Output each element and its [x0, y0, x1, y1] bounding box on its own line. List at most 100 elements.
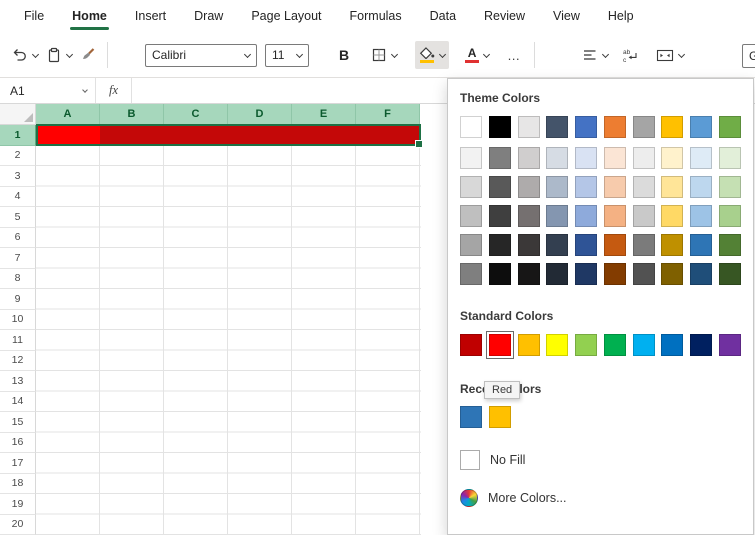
- cell-A1[interactable]: [36, 125, 100, 146]
- theme-variant-5-color-5[interactable]: [575, 263, 597, 285]
- theme-variant-3-color-5[interactable]: [575, 205, 597, 227]
- recent-color-2[interactable]: [489, 406, 511, 428]
- theme-variant-4-color-4[interactable]: [546, 234, 568, 256]
- theme-variant-5-color-9[interactable]: [690, 263, 712, 285]
- column-header-C[interactable]: C: [164, 104, 228, 125]
- row-header-19[interactable]: 19: [0, 494, 36, 515]
- theme-variant-2-color-5[interactable]: [575, 176, 597, 198]
- undo-button[interactable]: [8, 41, 42, 69]
- theme-variant-2-color-9[interactable]: [690, 176, 712, 198]
- standard-color-10[interactable]: [719, 334, 741, 356]
- theme-variant-4-color-9[interactable]: [690, 234, 712, 256]
- theme-color-9[interactable]: [690, 116, 712, 138]
- theme-variant-3-color-1[interactable]: [460, 205, 482, 227]
- standard-color-9[interactable]: [690, 334, 712, 356]
- theme-variant-1-color-9[interactable]: [690, 147, 712, 169]
- theme-variant-2-color-10[interactable]: [719, 176, 741, 198]
- column-header-D[interactable]: D: [228, 104, 292, 125]
- fill-color-button[interactable]: [415, 41, 449, 69]
- theme-variant-3-color-2[interactable]: [489, 205, 511, 227]
- cell-C1[interactable]: [164, 125, 228, 146]
- row-header-2[interactable]: 2: [0, 146, 36, 167]
- theme-variant-4-color-8[interactable]: [661, 234, 683, 256]
- theme-variant-4-color-10[interactable]: [719, 234, 741, 256]
- row-header-8[interactable]: 8: [0, 269, 36, 290]
- standard-color-3[interactable]: [518, 334, 540, 356]
- name-box[interactable]: A1: [0, 78, 96, 103]
- row-header-18[interactable]: 18: [0, 474, 36, 495]
- menu-tab-page-layout[interactable]: Page Layout: [237, 0, 335, 33]
- row-header-16[interactable]: 16: [0, 433, 36, 454]
- menu-tab-data[interactable]: Data: [416, 0, 470, 33]
- borders-button[interactable]: [367, 41, 401, 69]
- row-header-9[interactable]: 9: [0, 289, 36, 310]
- merge-center-button[interactable]: [652, 41, 688, 69]
- column-header-F[interactable]: F: [356, 104, 420, 125]
- standard-color-6[interactable]: [604, 334, 626, 356]
- cell-F1[interactable]: [356, 125, 420, 146]
- column-header-B[interactable]: B: [100, 104, 164, 125]
- theme-variant-1-color-3[interactable]: [518, 147, 540, 169]
- row-header-3[interactable]: 3: [0, 166, 36, 187]
- row-header-17[interactable]: 17: [0, 453, 36, 474]
- theme-variant-1-color-8[interactable]: [661, 147, 683, 169]
- cell-D1[interactable]: [228, 125, 292, 146]
- theme-variant-2-color-3[interactable]: [518, 176, 540, 198]
- theme-variant-2-color-2[interactable]: [489, 176, 511, 198]
- standard-color-1[interactable]: [460, 334, 482, 356]
- theme-variant-1-color-1[interactable]: [460, 147, 482, 169]
- theme-variant-2-color-8[interactable]: [661, 176, 683, 198]
- theme-variant-4-color-1[interactable]: [460, 234, 482, 256]
- menu-tab-home[interactable]: Home: [58, 0, 121, 33]
- theme-variant-5-color-4[interactable]: [546, 263, 568, 285]
- cell-grid[interactable]: [36, 125, 421, 535]
- row-header-11[interactable]: 11: [0, 330, 36, 351]
- theme-color-8[interactable]: [661, 116, 683, 138]
- theme-variant-3-color-8[interactable]: [661, 205, 683, 227]
- row-header-20[interactable]: 20: [0, 515, 36, 535]
- theme-variant-1-color-4[interactable]: [546, 147, 568, 169]
- align-button[interactable]: [578, 41, 612, 69]
- bold-button[interactable]: B: [331, 41, 357, 69]
- theme-variant-1-color-7[interactable]: [633, 147, 655, 169]
- column-header-E[interactable]: E: [292, 104, 356, 125]
- standard-color-4[interactable]: [546, 334, 568, 356]
- theme-color-4[interactable]: [546, 116, 568, 138]
- standard-color-2[interactable]: [489, 334, 511, 356]
- row-header-12[interactable]: 12: [0, 351, 36, 372]
- theme-variant-2-color-4[interactable]: [546, 176, 568, 198]
- theme-variant-2-color-1[interactable]: [460, 176, 482, 198]
- theme-variant-3-color-3[interactable]: [518, 205, 540, 227]
- row-header-6[interactable]: 6: [0, 228, 36, 249]
- wrap-text-button[interactable]: ab c: [618, 41, 644, 69]
- paste-button[interactable]: [42, 41, 76, 69]
- row-header-10[interactable]: 10: [0, 310, 36, 331]
- theme-color-6[interactable]: [604, 116, 626, 138]
- theme-variant-1-color-2[interactable]: [489, 147, 511, 169]
- row-header-13[interactable]: 13: [0, 371, 36, 392]
- select-all-corner[interactable]: [0, 104, 36, 125]
- theme-color-7[interactable]: [633, 116, 655, 138]
- no-fill-option[interactable]: No Fill: [460, 448, 741, 472]
- cell-B1[interactable]: [100, 125, 164, 146]
- theme-variant-3-color-7[interactable]: [633, 205, 655, 227]
- theme-variant-3-color-4[interactable]: [546, 205, 568, 227]
- theme-variant-5-color-6[interactable]: [604, 263, 626, 285]
- more-font-options-button[interactable]: …: [501, 41, 527, 69]
- theme-variant-2-color-6[interactable]: [604, 176, 626, 198]
- row-header-4[interactable]: 4: [0, 187, 36, 208]
- theme-variant-5-color-1[interactable]: [460, 263, 482, 285]
- row-header-15[interactable]: 15: [0, 412, 36, 433]
- row-header-7[interactable]: 7: [0, 248, 36, 269]
- font-name-select[interactable]: Calibri: [145, 44, 257, 67]
- theme-variant-1-color-10[interactable]: [719, 147, 741, 169]
- format-painter-button[interactable]: [76, 41, 100, 69]
- menu-tab-insert[interactable]: Insert: [121, 0, 180, 33]
- theme-variant-1-color-5[interactable]: [575, 147, 597, 169]
- theme-variant-3-color-6[interactable]: [604, 205, 626, 227]
- theme-variant-5-color-8[interactable]: [661, 263, 683, 285]
- theme-variant-4-color-6[interactable]: [604, 234, 626, 256]
- theme-variant-5-color-2[interactable]: [489, 263, 511, 285]
- theme-color-10[interactable]: [719, 116, 741, 138]
- theme-variant-5-color-3[interactable]: [518, 263, 540, 285]
